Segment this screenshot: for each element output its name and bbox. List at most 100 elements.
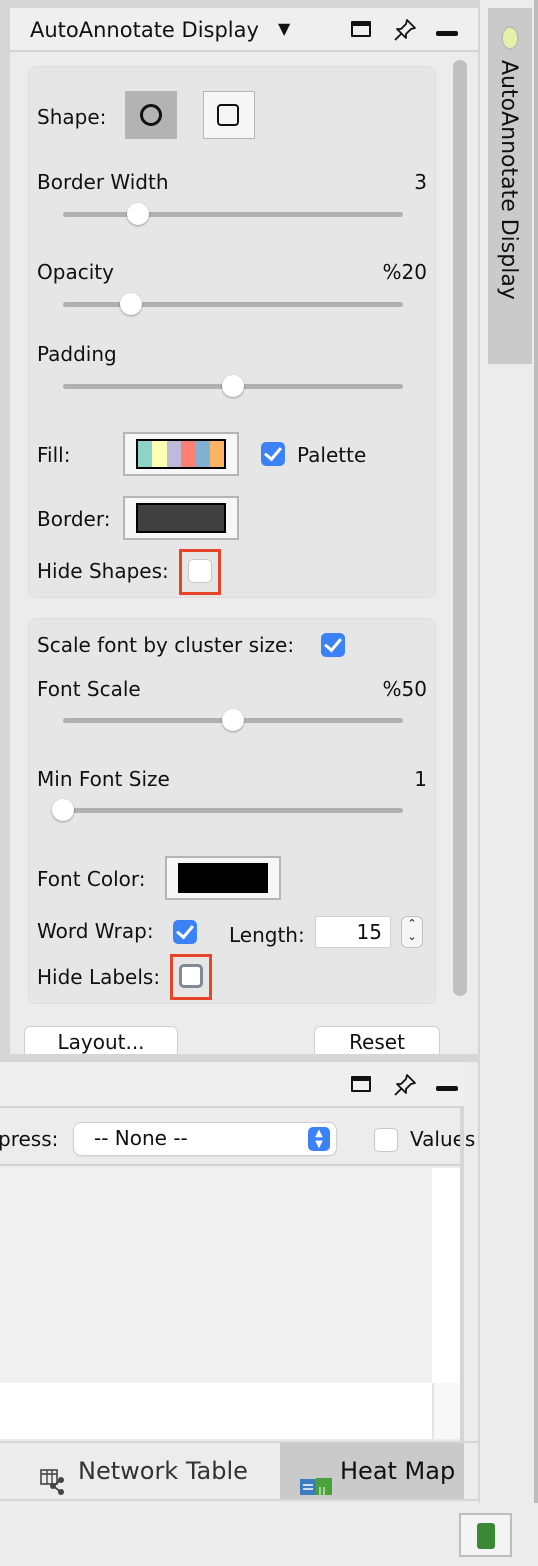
maximize-icon[interactable] xyxy=(349,1072,375,1098)
slider-track xyxy=(63,808,403,813)
square-icon xyxy=(217,104,239,126)
chevron-down-icon[interactable]: ⌄ xyxy=(407,930,416,943)
reset-button[interactable]: Reset xyxy=(314,1026,440,1054)
values-checkbox[interactable] xyxy=(374,1128,398,1152)
slider-thumb[interactable] xyxy=(222,375,244,397)
panel-title: AutoAnnotate Display xyxy=(30,18,259,42)
slider-thumb[interactable] xyxy=(126,203,149,225)
status-bar xyxy=(0,1503,538,1566)
min-font-size-slider[interactable] xyxy=(52,799,403,821)
border-color-swatch xyxy=(136,503,226,533)
shape-settings-group: Shape: Border Width 3 Opacity %20 Paddin… xyxy=(28,66,436,598)
tab-heat-map[interactable]: Heat Map xyxy=(280,1443,464,1499)
min-font-size-label: Min Font Size xyxy=(37,767,170,791)
palette-color xyxy=(138,441,153,467)
font-scale-slider[interactable] xyxy=(63,709,403,731)
express-label: press: xyxy=(0,1127,59,1151)
lower-panel-header xyxy=(0,1062,464,1108)
memory-chip-icon xyxy=(477,1523,495,1549)
hide-labels-checkbox[interactable] xyxy=(179,964,203,988)
scrollbar-thumb[interactable] xyxy=(453,60,467,996)
shape-label: Shape: xyxy=(37,105,107,129)
opacity-label: Opacity xyxy=(37,260,114,284)
palette-color xyxy=(166,441,181,467)
scale-font-checkbox[interactable] xyxy=(321,633,345,657)
settings-scroll-area: Shape: Border Width 3 Opacity %20 Paddin… xyxy=(10,54,472,1054)
panel-border xyxy=(460,1108,464,1441)
bottom-tabs: Network Table Heat Map xyxy=(0,1441,478,1501)
palette-checkbox[interactable] xyxy=(261,442,285,466)
express-select[interactable]: -- None -- ▲ ▼ xyxy=(74,1123,336,1155)
opacity-slider[interactable] xyxy=(63,293,403,315)
layout-button[interactable]: Layout... xyxy=(24,1026,178,1054)
palette-color xyxy=(152,441,167,467)
fill-label: Fill: xyxy=(37,443,71,467)
font-color-label: Font Color: xyxy=(37,867,146,891)
top-strip xyxy=(0,0,478,8)
border-color-label: Border: xyxy=(37,507,111,531)
select-arrows-icon: ▲ ▼ xyxy=(308,1127,330,1151)
slider-thumb[interactable] xyxy=(222,709,244,731)
hide-shapes-checkbox[interactable] xyxy=(188,559,212,583)
minimize-icon[interactable] xyxy=(434,1072,460,1098)
content-side xyxy=(432,1168,460,1383)
network-table-icon xyxy=(40,1459,66,1495)
express-select-value: -- None -- xyxy=(94,1126,188,1150)
autoannotate-icon xyxy=(501,26,519,50)
palette-color xyxy=(209,441,224,467)
chevron-up-icon[interactable]: ⌃ xyxy=(407,917,416,930)
heat-map-icon xyxy=(300,1461,332,1495)
palette-color xyxy=(195,441,210,467)
minimize-icon[interactable] xyxy=(434,17,460,43)
content-bottom xyxy=(0,1383,432,1439)
border-width-label: Border Width xyxy=(37,170,169,194)
slider-track xyxy=(63,212,403,217)
opacity-value: %20 xyxy=(382,260,427,284)
triangle-down-icon[interactable]: ▼ xyxy=(278,19,290,38)
scale-font-label: Scale font by cluster size: xyxy=(37,633,295,657)
hide-labels-label: Hide Labels: xyxy=(37,965,161,989)
border-color-button[interactable] xyxy=(123,496,239,540)
slider-track xyxy=(63,302,403,307)
content-corner xyxy=(432,1383,460,1439)
min-font-size-value: 1 xyxy=(414,767,427,791)
label-settings-group: Scale font by cluster size: Font Scale %… xyxy=(28,618,436,1004)
slider-thumb[interactable] xyxy=(52,799,74,821)
heatmap-content-area xyxy=(0,1168,432,1383)
circle-icon xyxy=(140,104,162,126)
font-scale-label: Font Scale xyxy=(37,677,141,701)
length-input[interactable]: 15 xyxy=(315,916,391,948)
panel-divider[interactable] xyxy=(0,1054,478,1062)
length-label: Length: xyxy=(229,923,305,947)
font-color-swatch xyxy=(178,863,268,893)
palette-label: Palette xyxy=(297,443,367,467)
app-window: AutoAnnotate Display ▼ Shape: Border Wid… xyxy=(0,0,538,1566)
slider-thumb[interactable] xyxy=(120,293,142,315)
font-color-button[interactable] xyxy=(165,856,281,900)
font-scale-value: %50 xyxy=(382,677,427,701)
values-label: Values xyxy=(410,1127,476,1151)
word-wrap-checkbox[interactable] xyxy=(173,920,197,944)
border-width-value: 3 xyxy=(414,170,427,194)
palette-swatch xyxy=(136,439,226,469)
memory-button[interactable] xyxy=(459,1513,512,1557)
length-spinner[interactable]: ⌃ ⌄ xyxy=(401,916,423,948)
padding-label: Padding xyxy=(37,342,117,366)
window-edge xyxy=(534,0,538,1503)
maximize-icon[interactable] xyxy=(349,17,375,43)
tab-label: Heat Map xyxy=(340,1457,456,1485)
hide-shapes-label: Hide Shapes: xyxy=(37,559,169,583)
rectangle-shape-button[interactable] xyxy=(203,91,255,139)
word-wrap-label: Word Wrap: xyxy=(37,919,154,943)
side-tab-column: AutoAnnotate Display xyxy=(478,0,538,1503)
side-tab-label: AutoAnnotate Display xyxy=(496,60,521,300)
pin-icon[interactable] xyxy=(392,17,418,43)
padding-slider[interactable] xyxy=(63,375,403,397)
border-width-slider[interactable] xyxy=(63,203,403,225)
tab-network-table[interactable]: Network Table xyxy=(0,1443,278,1499)
left-strip xyxy=(0,8,10,1058)
fill-color-button[interactable] xyxy=(123,432,239,476)
side-tab-autoannotate[interactable]: AutoAnnotate Display xyxy=(488,8,532,364)
ellipse-shape-button[interactable] xyxy=(125,91,177,139)
pin-icon[interactable] xyxy=(392,1072,418,1098)
